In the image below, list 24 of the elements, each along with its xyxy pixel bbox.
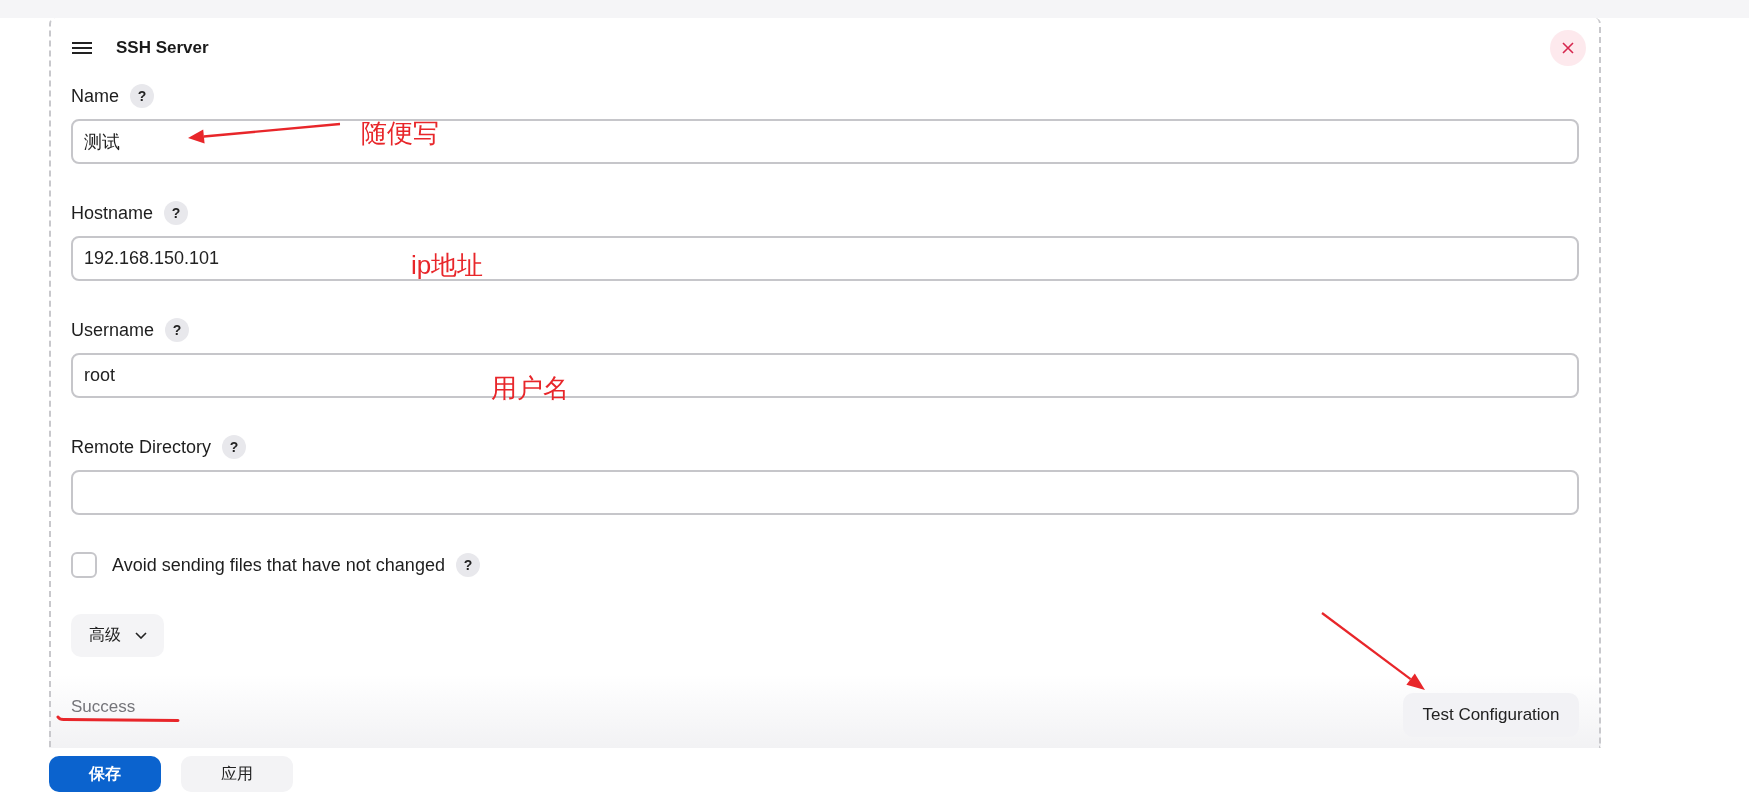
- checkbox[interactable]: [71, 552, 97, 578]
- help-button[interactable]: ?: [164, 201, 189, 225]
- field-label: Username: [71, 319, 155, 342]
- annotation-text: 用户名: [491, 375, 569, 401]
- help-button[interactable]: ?: [455, 553, 480, 577]
- checkbox-label: Avoid sending files that have not changed: [112, 554, 445, 576]
- apply-button[interactable]: 应用: [181, 756, 293, 792]
- save-button[interactable]: 保存: [49, 756, 161, 792]
- menu-icon[interactable]: [72, 42, 92, 54]
- card-title: SSH Server: [116, 38, 209, 58]
- field-label: Remote Directory: [71, 436, 212, 459]
- help-button[interactable]: ?: [222, 435, 247, 459]
- input-field[interactable]: [71, 470, 1579, 515]
- status-message: Success: [71, 696, 136, 718]
- help-button[interactable]: ?: [130, 84, 154, 108]
- close-button[interactable]: [1550, 30, 1586, 66]
- advanced-button[interactable]: 高级: [71, 614, 164, 657]
- field-label: Name: [71, 85, 119, 108]
- annotation-text: 随便写: [361, 120, 439, 146]
- chevron-down-icon: [134, 632, 147, 639]
- close-icon: [1562, 42, 1574, 54]
- help-button[interactable]: ?: [165, 318, 190, 342]
- annotation-text: ip地址: [411, 252, 484, 278]
- field-label: Hostname: [71, 202, 154, 225]
